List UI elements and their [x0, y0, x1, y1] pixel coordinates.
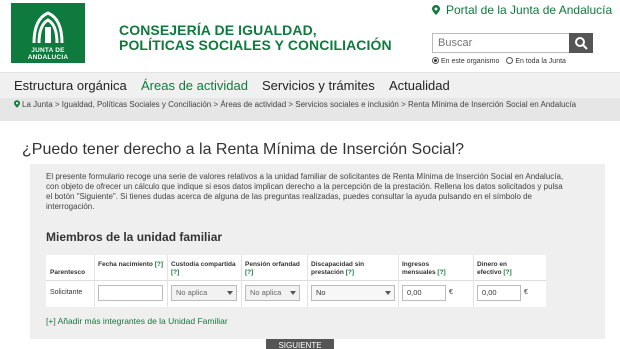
header-custodia-label: Custodia compartida	[171, 261, 236, 268]
birthdate-input[interactable]	[98, 285, 163, 301]
header-ingresos: Ingresos mensuales [?]	[402, 261, 462, 277]
nav-item-servicios[interactable]: Servicios y trámites	[262, 78, 375, 93]
radio-label-this-organism: En este organismo	[441, 58, 500, 65]
junta-logo[interactable]: JUNTA DE ANDALUCIA	[11, 3, 85, 63]
custodia-select[interactable]: No aplica	[171, 285, 237, 301]
logo-text: JUNTA DE ANDALUCIA	[27, 47, 69, 61]
radio-this-organism[interactable]: En este organismo	[432, 57, 500, 65]
help-link[interactable]: [?]	[171, 269, 179, 276]
column-divider	[241, 255, 242, 307]
header-custodia: Custodia compartida [?]	[171, 261, 237, 277]
main-nav: Estructura orgánica Áreas de actividad S…	[0, 72, 620, 98]
search-scope: En este organismo En toda la Junta	[432, 57, 571, 65]
discapacidad-select[interactable]: No	[311, 285, 395, 301]
currency-dinero: €	[524, 289, 528, 296]
nav-item-areas[interactable]: Áreas de actividad	[141, 78, 248, 93]
junta-emblem-icon	[32, 11, 64, 44]
consejeria-title[interactable]: CONSEJERÍA DE IGUALDAD, POLÍTICAS SOCIAL…	[119, 23, 392, 53]
members-table: Parentesco Fecha nacimiento [?] Custodia…	[46, 255, 546, 307]
column-divider	[307, 255, 308, 307]
consejeria-line-1: CONSEJERÍA DE IGUALDAD,	[119, 22, 317, 38]
breadcrumb-text[interactable]: La Junta > Igualdad, Políticas Sociales …	[22, 100, 576, 109]
help-link[interactable]: [?]	[346, 269, 354, 276]
header-ingresos-label: Ingresos mensuales	[402, 261, 436, 276]
header-dinero: Dinero en efectivo [?]	[477, 261, 533, 277]
location-pin-icon	[14, 100, 20, 108]
currency-ingresos: €	[449, 289, 453, 296]
form-panel: El presente formulario recoge una serie …	[30, 164, 605, 339]
header-discapacidad-label: Discapacidad sin prestación	[311, 261, 365, 276]
site-header: JUNTA DE ANDALUCIA CONSEJERÍA DE IGUALDA…	[0, 0, 620, 70]
header-discapacidad: Discapacidad sin prestación [?]	[311, 261, 387, 277]
column-divider	[473, 255, 474, 307]
page: JUNTA DE ANDALUCIA CONSEJERÍA DE IGUALDA…	[0, 0, 620, 349]
next-button[interactable]: SIGUIENTE	[266, 339, 334, 349]
location-pin-icon	[432, 5, 440, 15]
header-parentesco: Parentesco	[50, 269, 86, 276]
dinero-input[interactable]: 0,00	[477, 285, 521, 301]
header-pension: Pensión orfandad [?]	[245, 261, 300, 277]
nav-item-estructura[interactable]: Estructura orgánica	[14, 78, 127, 93]
page-title: ¿Puedo tener derecho a la Renta Mínima d…	[22, 141, 465, 158]
row-divider	[46, 280, 546, 281]
nav-item-actualidad[interactable]: Actualidad	[389, 78, 450, 93]
help-link[interactable]: [?]	[155, 261, 163, 268]
radio-all-junta[interactable]: En toda la Junta	[506, 57, 566, 65]
help-link[interactable]: [?]	[437, 269, 445, 276]
breadcrumb: La Junta > Igualdad, Políticas Sociales …	[0, 98, 620, 121]
portal-link[interactable]: Portal de la Junta de Andalucía	[432, 3, 612, 17]
consejeria-line-2: POLÍTICAS SOCIALES Y CONCILIACIÓN	[119, 37, 392, 53]
portal-link-label: Portal de la Junta de Andalucía	[446, 3, 613, 17]
search-input[interactable]	[433, 34, 569, 52]
header-pension-label: Pensión orfandad	[245, 261, 300, 268]
radio-button-selected[interactable]	[432, 57, 439, 64]
radio-label-all-junta: En toda la Junta	[515, 58, 566, 65]
members-title: Miembros de la unidad familiar	[46, 230, 223, 244]
column-divider	[167, 255, 168, 307]
column-divider	[398, 255, 399, 307]
column-divider	[94, 255, 95, 307]
search-button[interactable]	[569, 33, 593, 53]
search-box	[432, 33, 593, 53]
help-link[interactable]: [?]	[503, 269, 511, 276]
row-parentesco: Solicitante	[50, 289, 83, 296]
radio-button[interactable]	[506, 57, 514, 64]
add-member-link[interactable]: [+] Añadir más integrantes de la Unidad …	[46, 316, 228, 326]
header-fecha-nacimiento: Fecha nacimiento [?]	[98, 261, 164, 269]
help-link[interactable]: [?]	[245, 269, 253, 276]
intro-text: El presente formulario recoge una serie …	[46, 172, 564, 211]
search-icon	[575, 37, 588, 50]
header-fecha-nacimiento-label: Fecha nacimiento	[98, 261, 153, 268]
ingresos-input[interactable]: 0,00	[402, 285, 446, 301]
pension-select[interactable]: No aplica	[245, 285, 300, 301]
